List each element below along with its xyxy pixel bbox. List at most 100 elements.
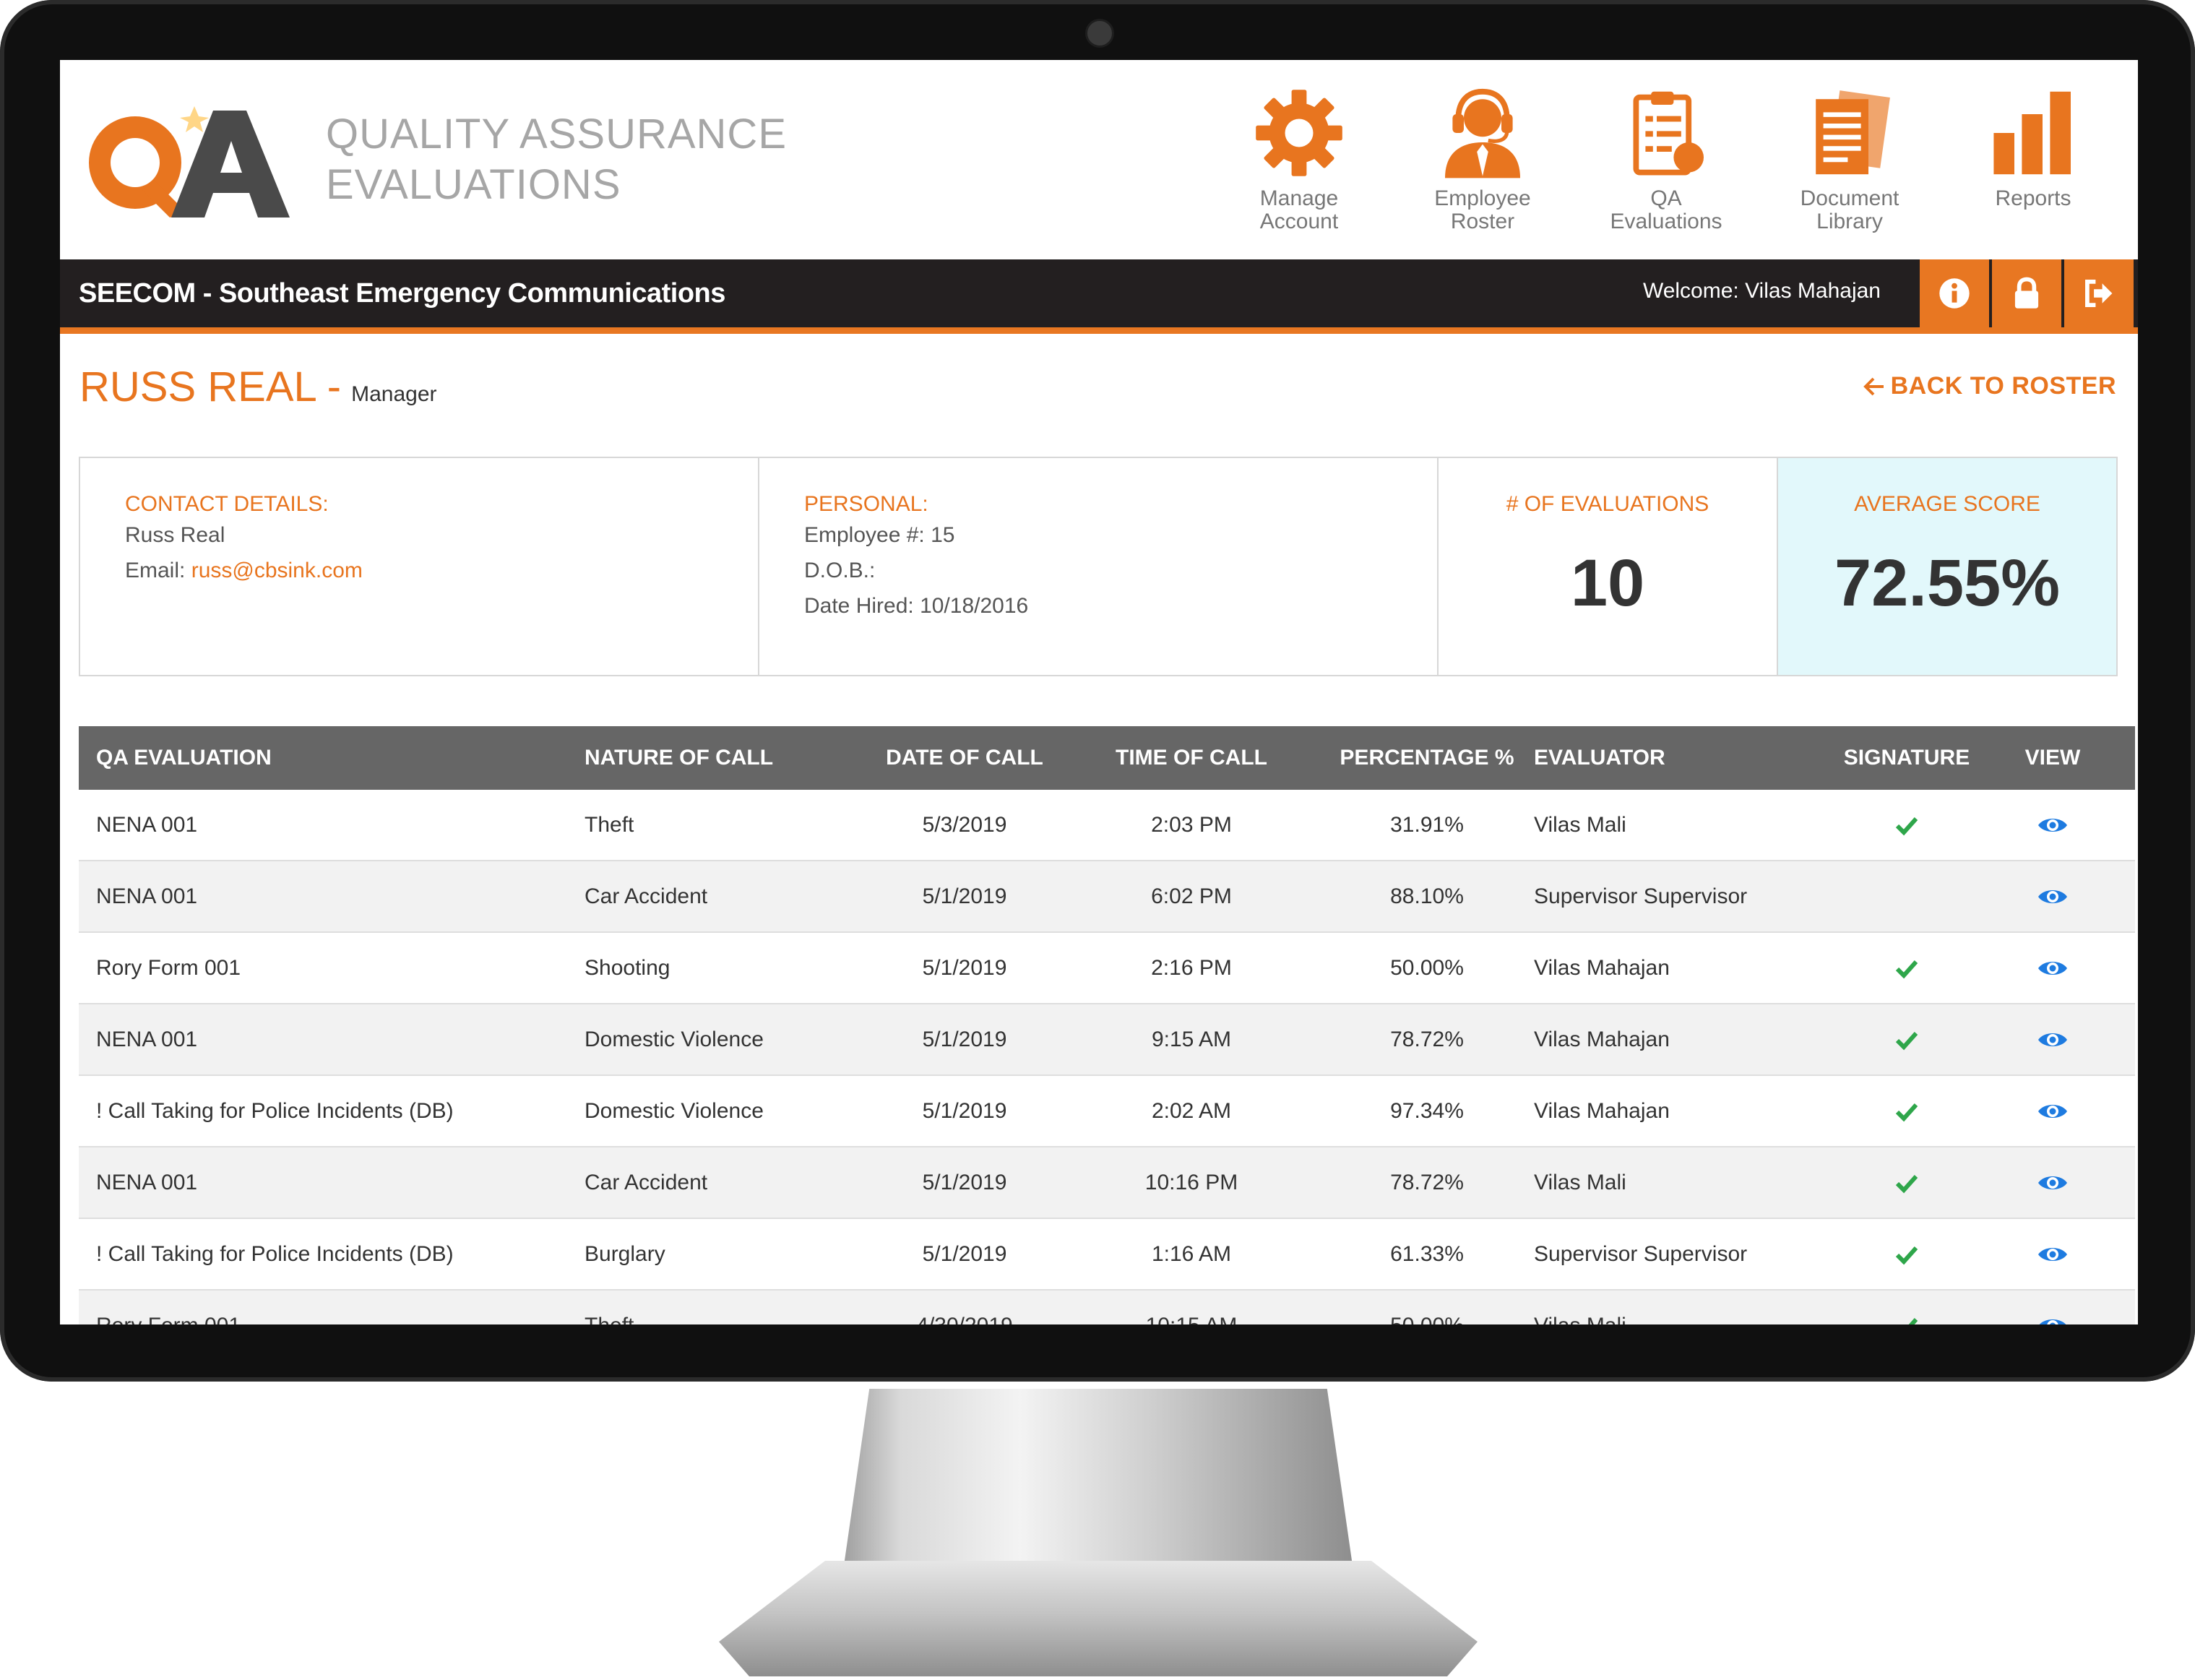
cell-view[interactable] <box>1970 1075 2135 1147</box>
cell-signature <box>1843 1075 1970 1147</box>
cell-qa-evaluation: NENA 001 <box>79 1147 585 1219</box>
eye-icon[interactable] <box>2037 1024 2069 1056</box>
cell-qa-evaluation: NENA 001 <box>79 1004 585 1076</box>
cell-time-of-call: 10:15 AM <box>1063 1290 1320 1324</box>
cell-percentage: 31.91% <box>1320 790 1534 861</box>
employee-role: Manager <box>351 382 437 406</box>
cell-nature-of-call: Theft <box>585 1290 866 1324</box>
cell-evaluator: Vilas Mahajan <box>1534 1075 1843 1147</box>
cell-evaluator: Vilas Mali <box>1534 790 1843 861</box>
cell-date-of-call: 5/1/2019 <box>866 1218 1063 1291</box>
cell-view[interactable] <box>1970 1290 2135 1324</box>
back-to-roster-link[interactable]: BACK TO ROSTER <box>1863 372 2116 400</box>
clipboard-icon <box>1633 91 1704 176</box>
app-title-line2: EVALUATIONS <box>326 161 621 208</box>
cell-time-of-call: 2:16 PM <box>1063 932 1320 1004</box>
eye-icon[interactable] <box>2037 952 2069 984</box>
cell-signature <box>1843 790 1970 861</box>
nav-document-library[interactable]: Document Library <box>1758 82 1941 255</box>
name-separator: - <box>327 363 342 410</box>
cell-percentage: 50.00% <box>1320 1290 1534 1324</box>
cell-nature-of-call: Burglary <box>585 1218 866 1291</box>
cell-nature-of-call: Car Accident <box>585 861 866 933</box>
cell-nature-of-call: Domestic Violence <box>585 1075 866 1147</box>
table-row[interactable]: NENA 001 Car Accident 5/1/2019 6:02 PM 88.10… <box>79 861 2135 933</box>
nav-qa-evaluations[interactable]: QA Evaluations <box>1574 82 1758 255</box>
table-row[interactable]: Rory Form 001 Shooting 5/1/2019 2:16 PM 50.0… <box>79 932 2135 1004</box>
table-row[interactable]: ! Call Taking for Police Incidents (DB) B… <box>79 1218 2135 1291</box>
personal-details: PERSONAL: Employee #: 15 D.O.B.: Date Hi… <box>759 458 1439 675</box>
cell-nature-of-call: Car Accident <box>585 1147 866 1219</box>
cell-view[interactable] <box>1970 1004 2135 1076</box>
cell-evaluator: Supervisor Supervisor <box>1534 1218 1843 1291</box>
nav-manage-account[interactable]: Manage Account <box>1207 82 1391 255</box>
eye-icon[interactable] <box>2037 1310 2069 1325</box>
check-icon <box>1895 960 1918 979</box>
nav-label: Employee Roster <box>1434 186 1531 233</box>
col-header-date-of-call[interactable]: DATE OF CALL <box>866 726 1063 790</box>
col-header-qa-evaluation[interactable]: QA EVALUATION <box>79 726 585 790</box>
check-icon <box>1895 817 1918 836</box>
table-row[interactable]: NENA 001 Car Accident 5/1/2019 10:16 PM 78.7… <box>79 1147 2135 1219</box>
logout-button[interactable] <box>2064 259 2134 327</box>
cell-date-of-call: 5/3/2019 <box>866 790 1063 861</box>
table-row[interactable]: Rory Form 001Theft4/30/201910:15 AM50.00… <box>79 1290 2135 1324</box>
cell-percentage: 97.34% <box>1320 1075 1534 1147</box>
org-name: SEECOM - Southeast Emergency Communicati… <box>79 278 725 309</box>
col-header-evaluator[interactable]: EVALUATOR <box>1534 726 1843 790</box>
cell-view[interactable] <box>1970 932 2135 1004</box>
lock-icon <box>2014 277 2039 309</box>
cell-date-of-call: 5/1/2019 <box>866 1147 1063 1219</box>
cell-qa-evaluation: NENA 001 <box>79 861 585 933</box>
email-link[interactable]: russ@cbsink.com <box>191 559 363 582</box>
document-icon <box>1816 90 1890 175</box>
cell-percentage: 78.72% <box>1320 1004 1534 1076</box>
nav-label: Document Library <box>1800 186 1899 233</box>
table-row[interactable]: NENA 001 Domestic Violence 5/1/2019 9:15 AM… <box>79 1004 2135 1076</box>
employee-name: RUSS REAL <box>79 363 317 410</box>
cell-view[interactable] <box>1970 1218 2135 1291</box>
col-header-view: VIEW <box>1970 726 2135 790</box>
col-header-nature-of-call[interactable]: NATURE OF CALL <box>585 726 866 790</box>
cell-view[interactable] <box>1970 1147 2135 1219</box>
cell-view[interactable] <box>1970 861 2135 933</box>
col-header-time-of-call[interactable]: TIME OF CALL <box>1063 726 1320 790</box>
evaluations-count-value: 10 <box>1570 546 1645 620</box>
cell-date-of-call: 5/1/2019 <box>866 1004 1063 1076</box>
cell-qa-evaluation: NENA 001 <box>79 790 585 861</box>
eye-icon[interactable] <box>2037 809 2069 841</box>
org-bar: SEECOM - Southeast Emergency Communicati… <box>60 259 2138 334</box>
cell-signature <box>1843 1147 1970 1219</box>
eye-icon[interactable] <box>2037 1095 2069 1127</box>
eye-icon[interactable] <box>2037 1239 2069 1270</box>
employee-heading: RUSS REAL - Manager <box>79 362 437 420</box>
cell-signature <box>1843 932 1970 1004</box>
contact-details: CONTACT DETAILS: Russ Real Email: russ@c… <box>80 458 759 675</box>
cell-percentage: 78.72% <box>1320 1147 1534 1219</box>
cell-evaluator: Vilas Mali <box>1534 1290 1843 1324</box>
cell-evaluator: Vilas Mahajan <box>1534 1004 1843 1076</box>
table-row[interactable]: NENA 001 Theft 5/3/2019 2:03 PM 31.91% Vilas … <box>79 790 2135 861</box>
personal-label: PERSONAL: <box>804 492 928 516</box>
welcome-text: Welcome: Vilas Mahajan <box>1642 279 1881 303</box>
cell-signature <box>1843 1218 1970 1291</box>
check-icon <box>1895 1175 1918 1194</box>
col-header-percentage[interactable]: PERCENTAGE % <box>1320 726 1534 790</box>
table-row[interactable]: ! Call Taking for Police Incidents (DB) D… <box>79 1075 2135 1147</box>
cell-date-of-call: 4/30/2019 <box>866 1290 1063 1324</box>
lock-button[interactable] <box>1992 259 2061 327</box>
contact-email: Email: russ@cbsink.com <box>125 553 758 588</box>
nav-reports[interactable]: Reports <box>1941 82 2125 255</box>
cell-signature <box>1843 1290 1970 1324</box>
date-of-birth: D.O.B.: <box>804 559 876 582</box>
cell-signature <box>1843 1004 1970 1076</box>
info-button[interactable] <box>1920 259 1989 327</box>
cell-view[interactable] <box>1970 790 2135 861</box>
nav-employee-roster[interactable]: Employee Roster <box>1391 82 1574 255</box>
email-label: Email: <box>125 559 186 582</box>
monitor-base <box>719 1561 1478 1676</box>
contact-name: Russ Real <box>125 523 225 547</box>
eye-icon[interactable] <box>2037 1167 2069 1199</box>
col-header-signature[interactable]: SIGNATURE <box>1843 726 1970 790</box>
eye-icon[interactable] <box>2037 881 2069 913</box>
